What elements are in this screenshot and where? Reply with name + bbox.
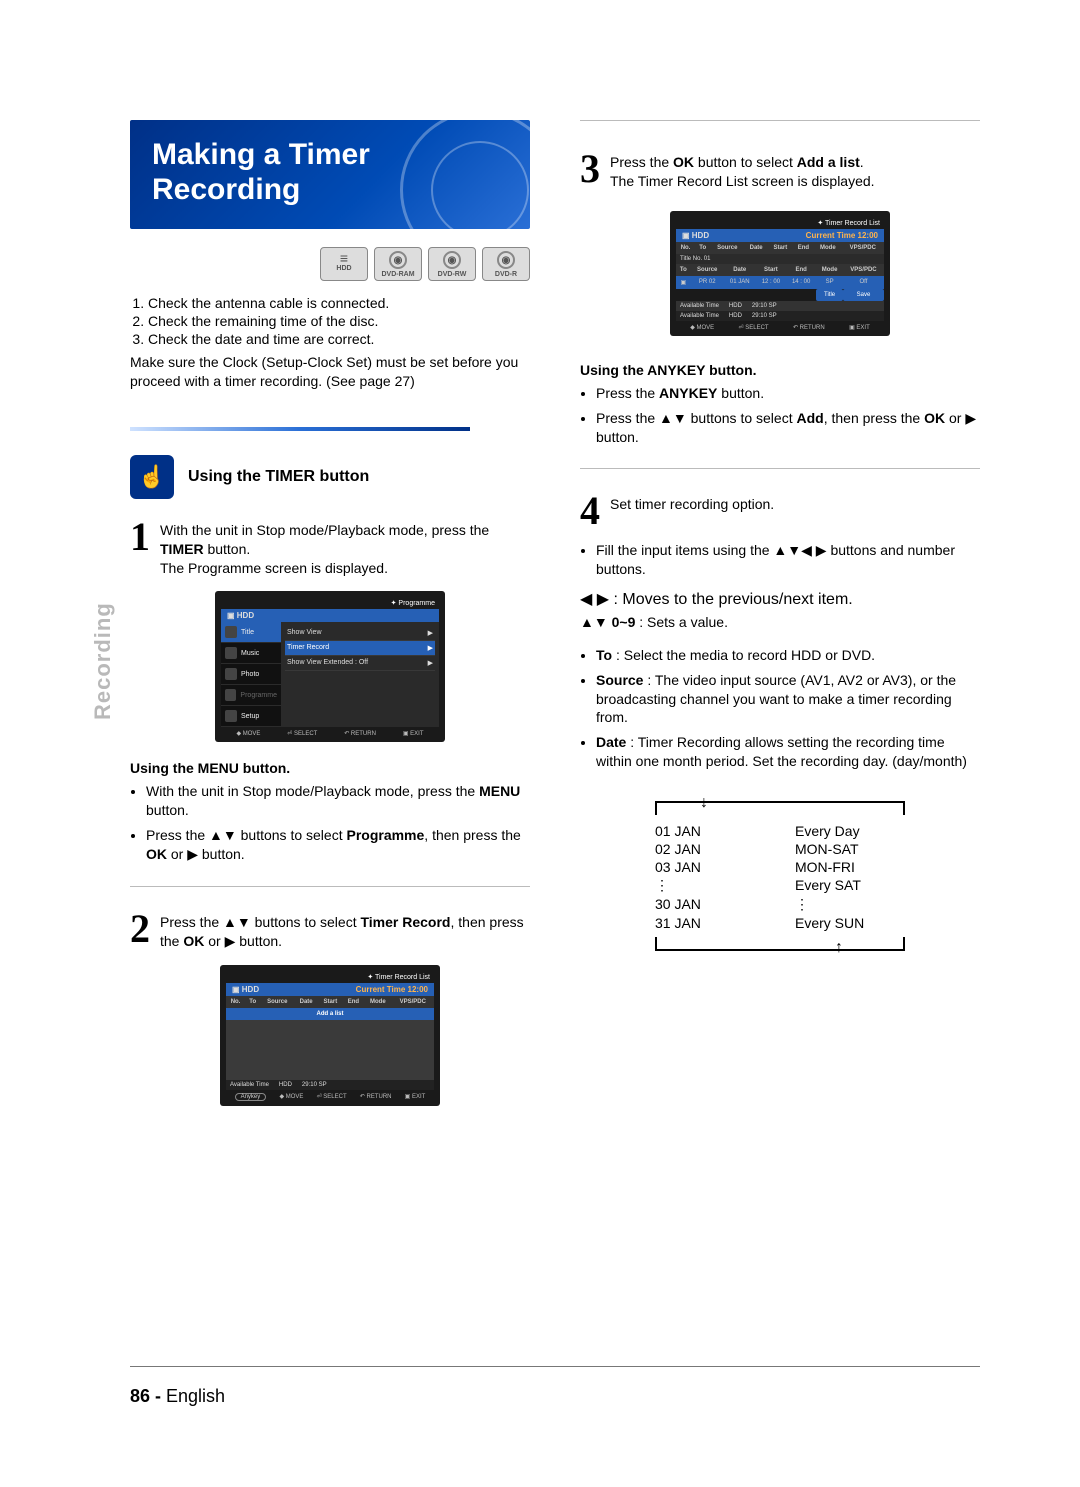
media-hdd: ≡HDD — [320, 247, 368, 281]
arrow-up-icon: ↑ — [835, 939, 843, 957]
osd-timer-list-empty: ✦ Timer Record List ▣ HDDCurrent Time 12… — [220, 965, 440, 1106]
osd-nav-photo: Photo — [221, 664, 281, 685]
media-badges: ≡HDD ◉DVD-RAM ◉DVD-RW ◉DVD-R — [130, 247, 530, 281]
arrow-down-icon: ↓ — [700, 794, 708, 812]
disc-graphic — [400, 120, 530, 229]
step-1-number: 1 — [130, 517, 150, 578]
timer-heading: Using the TIMER button — [188, 468, 369, 486]
option-descriptions: To : Select the media to record HDD or D… — [580, 646, 980, 771]
step-4-number: 4 — [580, 491, 600, 531]
media-dvdram: ◉DVD-RAM — [374, 247, 422, 281]
section-side-label: Recording — [90, 602, 116, 720]
osd-nav-music: Music — [221, 643, 281, 664]
page-title: Making a Timer Recording — [152, 138, 370, 206]
step-2: 2 Press the ▲▼ buttons to select Timer R… — [130, 909, 530, 951]
media-dvdrw: ◉DVD-RW — [428, 247, 476, 281]
left-column: Making a Timer Recording ≡HDD ◉DVD-RAM ◉… — [130, 120, 530, 1114]
step-3: 3 Press the OK button to select Add a li… — [580, 149, 980, 191]
hand-icon: ☝ — [130, 455, 174, 499]
osd-nav-title: Title — [221, 622, 281, 643]
anykey-heading: Using the ANYKEY button. — [580, 362, 980, 378]
osd-timer-list-entry: ✦ Timer Record List ▣ HDDCurrent Time 12… — [670, 211, 890, 336]
pre-checks-list: Check the antenna cable is connected. Ch… — [130, 295, 530, 347]
gradient-divider — [130, 427, 470, 431]
anykey-bullets: Press the ANYKEY button. Press the ▲▼ bu… — [580, 384, 980, 447]
divider — [580, 120, 980, 121]
right-column: 3 Press the OK button to select Add a li… — [580, 120, 980, 1114]
footer-divider — [130, 1366, 980, 1367]
divider — [580, 468, 980, 469]
menu-bullets: With the unit in Stop mode/Playback mode… — [130, 782, 530, 864]
osd-programme: ✦ Programme ▣ HDD Title Music Photo Prog… — [215, 591, 445, 742]
osd-title-button: Title — [816, 289, 843, 301]
step-4: 4 Set timer recording option. — [580, 491, 980, 531]
step-3-number: 3 — [580, 149, 600, 191]
osd-nav-programme: Programme — [221, 685, 281, 706]
osd-add-a-list-row: Add a list — [226, 1008, 434, 1020]
osd-nav-setup: Setup — [221, 706, 281, 727]
step-1: 1 With the unit in Stop mode/Playback mo… — [130, 517, 530, 578]
osd-save-button: Save — [843, 289, 884, 301]
step-2-number: 2 — [130, 909, 150, 951]
page-title-block: Making a Timer Recording — [130, 120, 530, 229]
clock-note: Make sure the Clock (Setup-Clock Set) mu… — [130, 353, 530, 391]
date-selection-diagram: ↓ 01 JANEvery Day 02 JANMON-SAT 03 JANMO… — [655, 791, 905, 959]
divider — [130, 886, 530, 887]
osd-entry-row: ▣PR 0201 JAN12 : 0014 : 00SPOff — [676, 276, 884, 289]
menu-heading: Using the MENU button. — [130, 760, 530, 776]
page-footer: 86 - English — [130, 1386, 225, 1407]
media-dvdr: ◉DVD-R — [482, 247, 530, 281]
